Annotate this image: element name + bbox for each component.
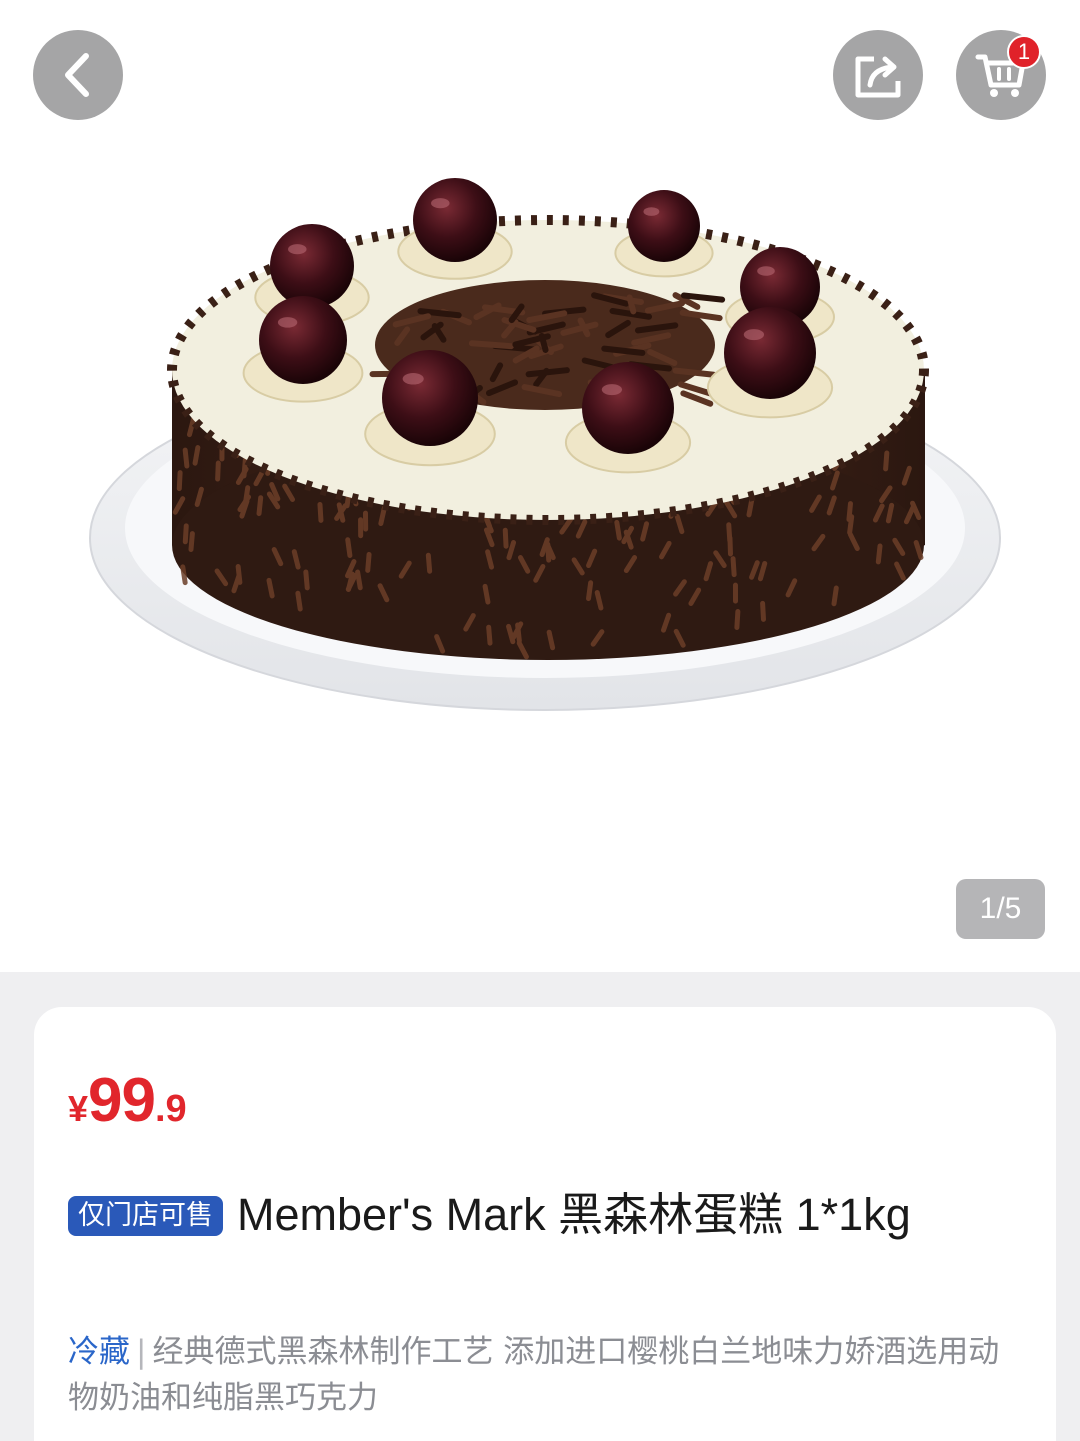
chevron-left-icon bbox=[65, 53, 89, 97]
share-icon bbox=[855, 56, 901, 98]
price-integer: 99 bbox=[88, 1066, 156, 1135]
storage-type: 冷藏 bbox=[68, 1334, 130, 1370]
product-description: 经典德式黑森林制作工艺 添加进口樱桃白兰地味力娇酒选用动物奶油和纯脂黑巧克力 bbox=[68, 1334, 1000, 1416]
product-info-card: ¥99.9 仅门店可售 Member's Mark 黑森林蛋糕 1*1kg 冷藏 |… bbox=[34, 1007, 1056, 1441]
separator: | bbox=[136, 1334, 147, 1370]
back-button[interactable] bbox=[33, 30, 123, 120]
cart-count-badge: 1 bbox=[1007, 35, 1041, 69]
cart-button[interactable]: 1 bbox=[956, 30, 1046, 120]
image-page-indicator: 1/5 bbox=[956, 879, 1045, 939]
price-currency: ¥ bbox=[68, 1088, 89, 1129]
store-only-tag: 仅门店可售 bbox=[68, 1196, 223, 1236]
product-title-block: 仅门店可售 Member's Mark 黑森林蛋糕 1*1kg bbox=[68, 1179, 1018, 1251]
product-photo bbox=[89, 178, 1001, 711]
product-description-block: 冷藏 | 经典德式黑森林制作工艺 添加进口樱桃白兰地味力娇酒选用动物奶油和纯脂黑巧克… bbox=[68, 1329, 1018, 1421]
share-button[interactable] bbox=[833, 30, 923, 120]
product-price: ¥99.9 bbox=[68, 1065, 187, 1136]
price-decimal: .9 bbox=[155, 1088, 187, 1130]
product-image-gallery[interactable]: 1 1/5 bbox=[0, 0, 1080, 972]
product-detail-page: 1 1/5 ¥99.9 仅门店可售 Member's Mark 黑森林蛋糕 1*1… bbox=[0, 0, 1080, 1441]
product-title: Member's Mark 黑森林蛋糕 1*1kg bbox=[237, 1189, 911, 1240]
